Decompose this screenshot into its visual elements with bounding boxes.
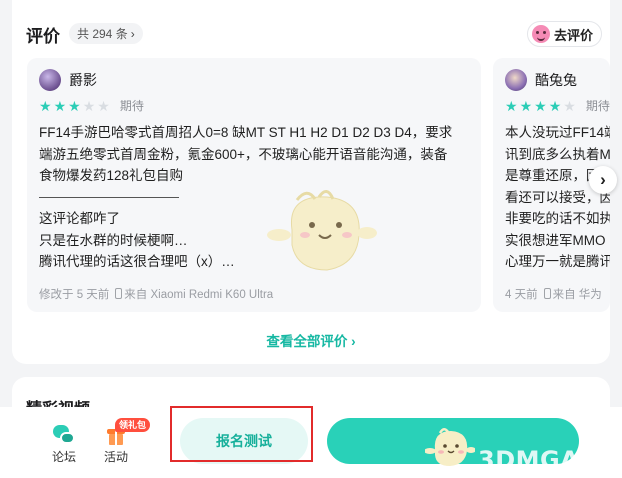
mascot-icon <box>425 428 475 466</box>
star-icon: ★ <box>53 97 67 114</box>
rating-label: 期待 <box>119 99 144 113</box>
review-line: 端游五绝零式首周金粉，氪金600+，不玻璃心能开语音能沟通，装备 <box>39 146 448 162</box>
star-icon: ★ <box>519 97 533 114</box>
gift-badge: 领礼包 <box>115 418 151 432</box>
review-time: 4 天前 <box>505 289 538 301</box>
review-line: 实很想进军MMO <box>505 232 606 248</box>
review-time: 修改于 5 天前 <box>39 289 110 301</box>
view-all-label: 查看全部评价 <box>266 334 348 349</box>
rating-label: 期待 <box>585 99 610 113</box>
review-line: FF14手游巴哈零式首周招人0=8 缺MT ST H1 H2 D1 D2 D3 … <box>39 125 453 140</box>
star-icon: ★ <box>534 97 547 114</box>
star-icon: ★ <box>505 97 518 114</box>
chevron-right-icon: › <box>130 26 135 41</box>
star-icon: ★ <box>563 97 576 114</box>
review-meta: 修改于 5 天前 来自 Xiaomi Redmi K60 Ultra <box>39 286 273 302</box>
review-username[interactable]: 爵影 <box>69 70 97 90</box>
smile-icon <box>532 25 550 43</box>
reviews-title: 评价 <box>26 27 60 46</box>
avatar[interactable] <box>39 69 61 91</box>
review-username[interactable]: 酷兔兔 <box>535 70 577 90</box>
review-count-link[interactable]: 共 294 条 › <box>69 23 143 44</box>
review-line: 这评论都咋了 <box>39 211 120 227</box>
review-text: FF14手游巴哈零式首周招人0=8 缺MT ST H1 H2 D1 D2 D3 … <box>39 122 469 273</box>
highlight-annotation <box>170 406 313 462</box>
forum-icon <box>53 425 75 445</box>
chevron-right-icon: › <box>351 334 356 349</box>
review-text: 本人没玩过FF14端 讯到底多么执着M 是尊重还原，因 看还可以接受，因 非要吃… <box>505 122 610 273</box>
review-count-label: 共 294 条 <box>77 27 128 41</box>
review-device: 来自 Xiaomi Redmi K60 Ultra <box>124 289 274 301</box>
review-meta: 4 天前 来自 华为 <box>505 286 602 302</box>
phone-icon <box>543 288 551 299</box>
chevron-right-icon: › <box>600 170 606 189</box>
review-line: 心理万一就是腾讯 <box>505 254 610 269</box>
forum-tab[interactable]: 论坛 <box>47 425 81 465</box>
review-card[interactable]: 爵影 ★ ★ ★ ★ ★ 期待 FF14手游巴哈零式首周招人0=8 缺MT ST… <box>27 58 481 312</box>
mascot-watermark <box>267 190 377 271</box>
avatar[interactable] <box>505 69 527 91</box>
activity-label: 活动 <box>103 450 128 464</box>
watermark-text: 3DMGAME <box>478 446 621 474</box>
star-icon: ★ <box>548 97 562 114</box>
star-rating: ★ ★ ★ ★ ★ 期待 <box>39 97 144 114</box>
star-rating: ★ ★ ★ ★ ★ 期待 <box>505 97 610 114</box>
go-review-label: 去评价 <box>554 27 594 43</box>
star-icon: ★ <box>39 97 52 114</box>
review-line: 只是在水群的时候梗啊… <box>39 232 188 248</box>
go-review-button[interactable]: 去评价 <box>527 21 603 47</box>
review-line: 食物爆发药128礼包自购 <box>39 168 184 183</box>
star-icon: ★ <box>82 97 96 114</box>
forum-label: 论坛 <box>51 450 76 464</box>
reviews-panel: 评价 共 294 条 › 去评价 爵影 ★ ★ ★ ★ ★ 期待 FF14手游巴… <box>12 0 617 364</box>
review-line: 非要吃的话不如执 <box>505 211 610 226</box>
carousel-next-button[interactable]: › <box>589 166 617 194</box>
star-icon: ★ <box>68 97 81 114</box>
phone-icon <box>115 288 123 299</box>
star-icon: ★ <box>97 97 110 114</box>
text-divider <box>39 197 179 199</box>
view-all-reviews-link[interactable]: 查看全部评价 › <box>12 330 610 350</box>
review-device: 来自 华为 <box>552 289 602 301</box>
review-line: 腾讯代理的话这很合理吧（x）… <box>39 254 235 270</box>
review-line: 讯到底多么执着M <box>505 146 610 162</box>
review-line: 本人没玩过FF14端 <box>505 125 610 140</box>
